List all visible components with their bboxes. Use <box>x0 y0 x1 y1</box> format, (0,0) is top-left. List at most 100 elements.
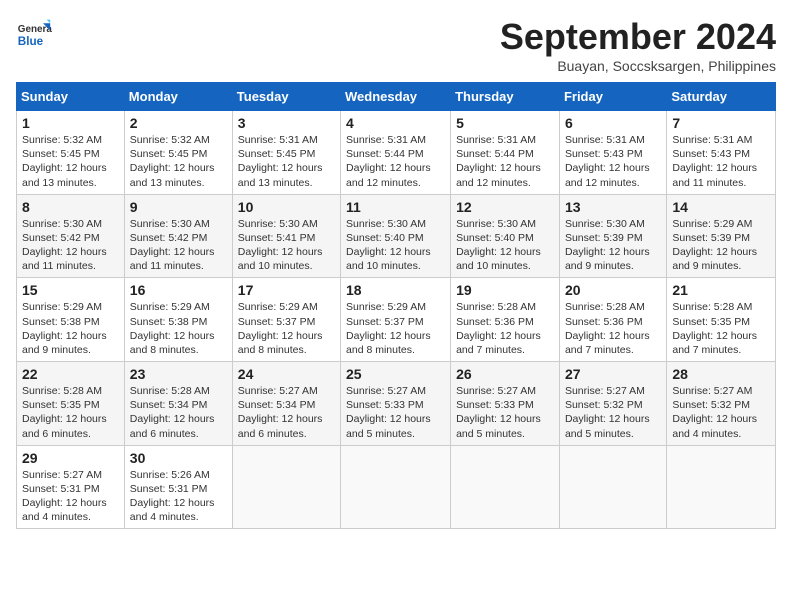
day-info: Sunrise: 5:31 AM Sunset: 5:44 PM Dayligh… <box>456 133 554 190</box>
calendar-table: Sunday Monday Tuesday Wednesday Thursday… <box>16 82 776 529</box>
day-cell-19: 19 Sunrise: 5:28 AM Sunset: 5:36 PM Dayl… <box>451 278 560 362</box>
day-number: 11 <box>346 199 445 215</box>
col-wednesday: Wednesday <box>341 83 451 111</box>
day-number: 5 <box>456 115 554 131</box>
day-info: Sunrise: 5:30 AM Sunset: 5:41 PM Dayligh… <box>238 217 335 274</box>
empty-cell <box>341 445 451 529</box>
day-number: 26 <box>456 366 554 382</box>
day-number: 30 <box>130 450 227 466</box>
title-area: September 2024 Buayan, Soccsksargen, Phi… <box>500 16 776 74</box>
day-cell-23: 23 Sunrise: 5:28 AM Sunset: 5:34 PM Dayl… <box>124 362 232 446</box>
day-info: Sunrise: 5:30 AM Sunset: 5:39 PM Dayligh… <box>565 217 661 274</box>
day-info: Sunrise: 5:27 AM Sunset: 5:33 PM Dayligh… <box>456 384 554 441</box>
day-info: Sunrise: 5:28 AM Sunset: 5:34 PM Dayligh… <box>130 384 227 441</box>
day-info: Sunrise: 5:31 AM Sunset: 5:43 PM Dayligh… <box>672 133 770 190</box>
calendar-row: 8 Sunrise: 5:30 AM Sunset: 5:42 PM Dayli… <box>17 194 776 278</box>
day-info: Sunrise: 5:28 AM Sunset: 5:35 PM Dayligh… <box>672 300 770 357</box>
day-info: Sunrise: 5:29 AM Sunset: 5:37 PM Dayligh… <box>346 300 445 357</box>
month-title: September 2024 <box>500 16 776 58</box>
location-subtitle: Buayan, Soccsksargen, Philippines <box>500 58 776 74</box>
day-cell-20: 20 Sunrise: 5:28 AM Sunset: 5:36 PM Dayl… <box>559 278 666 362</box>
day-number: 28 <box>672 366 770 382</box>
day-number: 17 <box>238 282 335 298</box>
header: General Blue September 2024 Buayan, Socc… <box>16 16 776 74</box>
col-saturday: Saturday <box>667 83 776 111</box>
day-cell-2: 2 Sunrise: 5:32 AM Sunset: 5:45 PM Dayli… <box>124 111 232 195</box>
day-number: 23 <box>130 366 227 382</box>
day-number: 25 <box>346 366 445 382</box>
day-number: 21 <box>672 282 770 298</box>
day-info: Sunrise: 5:30 AM Sunset: 5:42 PM Dayligh… <box>22 217 119 274</box>
day-number: 6 <box>565 115 661 131</box>
day-cell-26: 26 Sunrise: 5:27 AM Sunset: 5:33 PM Dayl… <box>451 362 560 446</box>
day-cell-11: 11 Sunrise: 5:30 AM Sunset: 5:40 PM Dayl… <box>341 194 451 278</box>
col-friday: Friday <box>559 83 666 111</box>
day-cell-22: 22 Sunrise: 5:28 AM Sunset: 5:35 PM Dayl… <box>17 362 125 446</box>
day-cell-10: 10 Sunrise: 5:30 AM Sunset: 5:41 PM Dayl… <box>232 194 340 278</box>
day-info: Sunrise: 5:30 AM Sunset: 5:40 PM Dayligh… <box>346 217 445 274</box>
day-info: Sunrise: 5:28 AM Sunset: 5:36 PM Dayligh… <box>565 300 661 357</box>
day-info: Sunrise: 5:28 AM Sunset: 5:35 PM Dayligh… <box>22 384 119 441</box>
day-info: Sunrise: 5:26 AM Sunset: 5:31 PM Dayligh… <box>130 468 227 525</box>
empty-cell <box>232 445 340 529</box>
day-info: Sunrise: 5:27 AM Sunset: 5:33 PM Dayligh… <box>346 384 445 441</box>
day-cell-29: 29 Sunrise: 5:27 AM Sunset: 5:31 PM Dayl… <box>17 445 125 529</box>
day-info: Sunrise: 5:31 AM Sunset: 5:45 PM Dayligh… <box>238 133 335 190</box>
day-cell-7: 7 Sunrise: 5:31 AM Sunset: 5:43 PM Dayli… <box>667 111 776 195</box>
day-cell-3: 3 Sunrise: 5:31 AM Sunset: 5:45 PM Dayli… <box>232 111 340 195</box>
day-number: 10 <box>238 199 335 215</box>
calendar-row: 15 Sunrise: 5:29 AM Sunset: 5:38 PM Dayl… <box>17 278 776 362</box>
day-number: 16 <box>130 282 227 298</box>
day-cell-28: 28 Sunrise: 5:27 AM Sunset: 5:32 PM Dayl… <box>667 362 776 446</box>
day-cell-21: 21 Sunrise: 5:28 AM Sunset: 5:35 PM Dayl… <box>667 278 776 362</box>
col-tuesday: Tuesday <box>232 83 340 111</box>
col-sunday: Sunday <box>17 83 125 111</box>
day-number: 7 <box>672 115 770 131</box>
day-number: 3 <box>238 115 335 131</box>
day-info: Sunrise: 5:29 AM Sunset: 5:37 PM Dayligh… <box>238 300 335 357</box>
day-info: Sunrise: 5:32 AM Sunset: 5:45 PM Dayligh… <box>22 133 119 190</box>
col-monday: Monday <box>124 83 232 111</box>
day-cell-4: 4 Sunrise: 5:31 AM Sunset: 5:44 PM Dayli… <box>341 111 451 195</box>
day-info: Sunrise: 5:31 AM Sunset: 5:44 PM Dayligh… <box>346 133 445 190</box>
day-number: 19 <box>456 282 554 298</box>
day-number: 22 <box>22 366 119 382</box>
day-number: 4 <box>346 115 445 131</box>
day-info: Sunrise: 5:27 AM Sunset: 5:31 PM Dayligh… <box>22 468 119 525</box>
day-info: Sunrise: 5:29 AM Sunset: 5:38 PM Dayligh… <box>22 300 119 357</box>
day-cell-13: 13 Sunrise: 5:30 AM Sunset: 5:39 PM Dayl… <box>559 194 666 278</box>
day-info: Sunrise: 5:27 AM Sunset: 5:34 PM Dayligh… <box>238 384 335 441</box>
day-cell-8: 8 Sunrise: 5:30 AM Sunset: 5:42 PM Dayli… <box>17 194 125 278</box>
day-cell-5: 5 Sunrise: 5:31 AM Sunset: 5:44 PM Dayli… <box>451 111 560 195</box>
day-info: Sunrise: 5:29 AM Sunset: 5:39 PM Dayligh… <box>672 217 770 274</box>
day-cell-17: 17 Sunrise: 5:29 AM Sunset: 5:37 PM Dayl… <box>232 278 340 362</box>
day-number: 1 <box>22 115 119 131</box>
day-info: Sunrise: 5:28 AM Sunset: 5:36 PM Dayligh… <box>456 300 554 357</box>
day-info: Sunrise: 5:30 AM Sunset: 5:40 PM Dayligh… <box>456 217 554 274</box>
day-number: 15 <box>22 282 119 298</box>
day-number: 27 <box>565 366 661 382</box>
empty-cell <box>667 445 776 529</box>
day-cell-30: 30 Sunrise: 5:26 AM Sunset: 5:31 PM Dayl… <box>124 445 232 529</box>
day-cell-1: 1 Sunrise: 5:32 AM Sunset: 5:45 PM Dayli… <box>17 111 125 195</box>
day-cell-25: 25 Sunrise: 5:27 AM Sunset: 5:33 PM Dayl… <box>341 362 451 446</box>
day-number: 20 <box>565 282 661 298</box>
day-number: 8 <box>22 199 119 215</box>
day-number: 18 <box>346 282 445 298</box>
day-cell-16: 16 Sunrise: 5:29 AM Sunset: 5:38 PM Dayl… <box>124 278 232 362</box>
day-info: Sunrise: 5:27 AM Sunset: 5:32 PM Dayligh… <box>565 384 661 441</box>
col-thursday: Thursday <box>451 83 560 111</box>
day-cell-15: 15 Sunrise: 5:29 AM Sunset: 5:38 PM Dayl… <box>17 278 125 362</box>
day-cell-9: 9 Sunrise: 5:30 AM Sunset: 5:42 PM Dayli… <box>124 194 232 278</box>
day-cell-12: 12 Sunrise: 5:30 AM Sunset: 5:40 PM Dayl… <box>451 194 560 278</box>
svg-text:Blue: Blue <box>18 35 44 48</box>
day-info: Sunrise: 5:31 AM Sunset: 5:43 PM Dayligh… <box>565 133 661 190</box>
day-number: 29 <box>22 450 119 466</box>
day-info: Sunrise: 5:30 AM Sunset: 5:42 PM Dayligh… <box>130 217 227 274</box>
day-cell-24: 24 Sunrise: 5:27 AM Sunset: 5:34 PM Dayl… <box>232 362 340 446</box>
day-cell-6: 6 Sunrise: 5:31 AM Sunset: 5:43 PM Dayli… <box>559 111 666 195</box>
day-cell-27: 27 Sunrise: 5:27 AM Sunset: 5:32 PM Dayl… <box>559 362 666 446</box>
calendar-header-row: Sunday Monday Tuesday Wednesday Thursday… <box>17 83 776 111</box>
logo: General Blue <box>16 16 56 52</box>
day-info: Sunrise: 5:29 AM Sunset: 5:38 PM Dayligh… <box>130 300 227 357</box>
